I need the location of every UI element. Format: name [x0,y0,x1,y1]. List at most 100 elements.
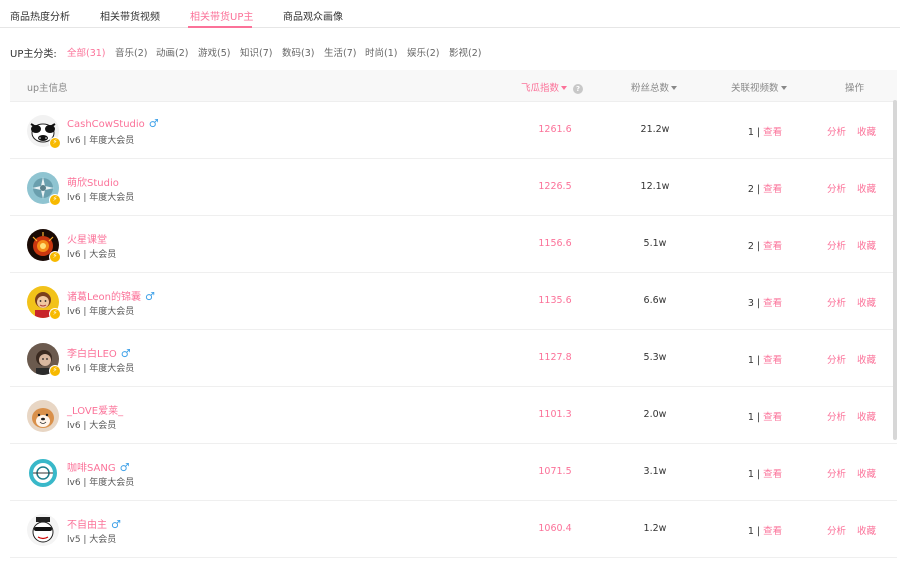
male-icon: ♂ [111,518,121,531]
tab-product-heat[interactable]: 商品热度分析 [10,8,70,23]
up-name-link[interactable]: 萌欣Studio [67,178,119,189]
chip-knowledge[interactable]: 知识(7) [240,45,272,59]
avatar[interactable]: ⚡ [27,172,61,206]
avatar[interactable]: ⚡ [27,229,61,263]
fans-value: 5.1w [643,238,667,249]
name-line: 火星课堂 [67,231,111,246]
avatar[interactable] [27,514,59,546]
male-icon: ♂ [148,117,159,130]
name-line: CashCowStudio ♂ [67,117,159,130]
collect-button[interactable]: 收藏 [857,523,876,537]
up-name-link[interactable]: 咖啡SANG [67,463,116,474]
up-name-link[interactable]: _LOVE爱莱_ [67,406,123,417]
view-link[interactable]: 查看 [763,355,782,366]
view-link[interactable]: 查看 [763,469,782,480]
collect-button[interactable]: 收藏 [857,124,876,138]
videos-cell: 1 | 查看 [725,466,805,480]
name-line: 诸葛Leon的锦囊 ♂ [67,288,155,303]
view-link[interactable]: 查看 [763,298,782,309]
separator: | [756,412,761,423]
up-name-link[interactable]: CashCowStudio [67,119,145,130]
view-link[interactable]: 查看 [763,184,782,195]
separator: | [756,241,761,252]
tab-audience-profile[interactable]: 商品观众画像 [283,8,343,23]
avatar[interactable]: ⚡ [27,343,61,377]
view-link[interactable]: 查看 [763,526,782,537]
table-row: 不自由主 ♂ lv5 | 大会员 1060.4 1.2w 1 | 查看 分析 收藏 [10,501,897,558]
collect-button[interactable]: 收藏 [857,295,876,309]
sort-caret-icon [780,86,787,90]
avatar[interactable] [27,400,59,432]
score-value: 1156.6 [538,238,572,249]
collect-button[interactable]: 收藏 [857,238,876,252]
table-header: up主信息 飞瓜指数? 粉丝总数 关联视频数 操作 [10,70,897,102]
fans-value: 3.1w [643,466,667,477]
videos-cell: 2 | 查看 [725,181,805,195]
table-row: ⚡ CashCowStudio ♂ lv6 | 年度大会员 1261.6 21.2… [10,102,897,159]
table-row: ⚡ 萌欣Studio lv6 | 年度大会员 1226.5 12.1w 2 | … [10,159,897,216]
videos-cell: 1 | 查看 [725,352,805,366]
chip-entertainment[interactable]: 娱乐(2) [407,45,439,59]
fans-value: 6.6w [643,295,667,306]
table-row: _LOVE爱莱_ lv6 | 大会员 1101.3 2.0w 1 | 查看 分析… [10,387,897,444]
view-link[interactable]: 查看 [763,127,782,138]
up-level: lv6 | 年度大会员 [67,307,135,317]
score-value: 1261.6 [538,124,572,135]
up-level: lv6 | 年度大会员 [67,478,135,488]
videos-count: 1 [747,412,754,423]
header-score-label: 飞瓜指数 [521,83,560,94]
fans-value: 21.2w [640,124,670,135]
separator: | [756,298,761,309]
collect-button[interactable]: 收藏 [857,352,876,366]
tab-related-videos[interactable]: 相关带货视频 [100,8,160,23]
chip-life[interactable]: 生活(7) [324,45,356,59]
analyze-button[interactable]: 分析 [827,352,846,366]
up-name-link[interactable]: 诸葛Leon的锦囊 [67,292,141,303]
fans-value: 5.3w [643,352,667,363]
help-icon[interactable]: ? [573,84,584,94]
analyze-button[interactable]: 分析 [827,466,846,480]
header-videos[interactable]: 关联视频数 [731,80,787,94]
up-name-link[interactable]: 火星课堂 [67,235,107,246]
separator: | [756,184,761,195]
avatar[interactable] [27,457,59,489]
analyze-button[interactable]: 分析 [827,238,846,252]
videos-count: 1 [747,526,754,537]
verified-badge-icon: ⚡ [49,308,61,320]
tab-related-up[interactable]: 相关带货UP主 [190,8,253,23]
chip-animation[interactable]: 动画(2) [156,45,188,59]
header-ops: 操作 [845,83,865,94]
separator: | [756,526,761,537]
header-fans[interactable]: 粉丝总数 [631,80,678,94]
view-link[interactable]: 查看 [763,241,782,252]
chip-fashion[interactable]: 时尚(1) [365,45,397,59]
view-link[interactable]: 查看 [763,412,782,423]
name-line: 咖啡SANG ♂ [67,459,129,474]
analyze-button[interactable]: 分析 [827,124,846,138]
chip-film[interactable]: 影视(2) [449,45,481,59]
videos-count: 1 [747,355,754,366]
chip-digital[interactable]: 数码(3) [282,45,314,59]
collect-button[interactable]: 收藏 [857,181,876,195]
analyze-button[interactable]: 分析 [827,295,846,309]
avatar[interactable]: ⚡ [27,286,61,320]
up-level: lv5 | 大会员 [67,535,117,545]
analyze-button[interactable]: 分析 [827,181,846,195]
chip-music[interactable]: 音乐(2) [115,45,147,59]
scrollbar[interactable] [893,100,897,440]
male-icon: ♂ [120,347,131,360]
analyze-button[interactable]: 分析 [827,523,846,537]
up-level: lv6 | 年度大会员 [67,364,135,374]
table-row: ⚡ 李白白LEO ♂ lv6 | 年度大会员 1127.8 5.3w 1 | 查看… [10,330,897,387]
chip-all[interactable]: 全部(31) [67,45,106,59]
verified-badge-icon: ⚡ [49,194,61,206]
avatar[interactable]: ⚡ [27,115,61,149]
analyze-button[interactable]: 分析 [827,409,846,423]
chip-game[interactable]: 游戏(5) [198,45,230,59]
collect-button[interactable]: 收藏 [857,409,876,423]
collect-button[interactable]: 收藏 [857,466,876,480]
up-name-link[interactable]: 李白白LEO [67,349,117,360]
header-score[interactable]: 飞瓜指数? [521,80,584,94]
score-value: 1101.3 [538,409,572,420]
up-name-link[interactable]: 不自由主 [67,520,107,531]
